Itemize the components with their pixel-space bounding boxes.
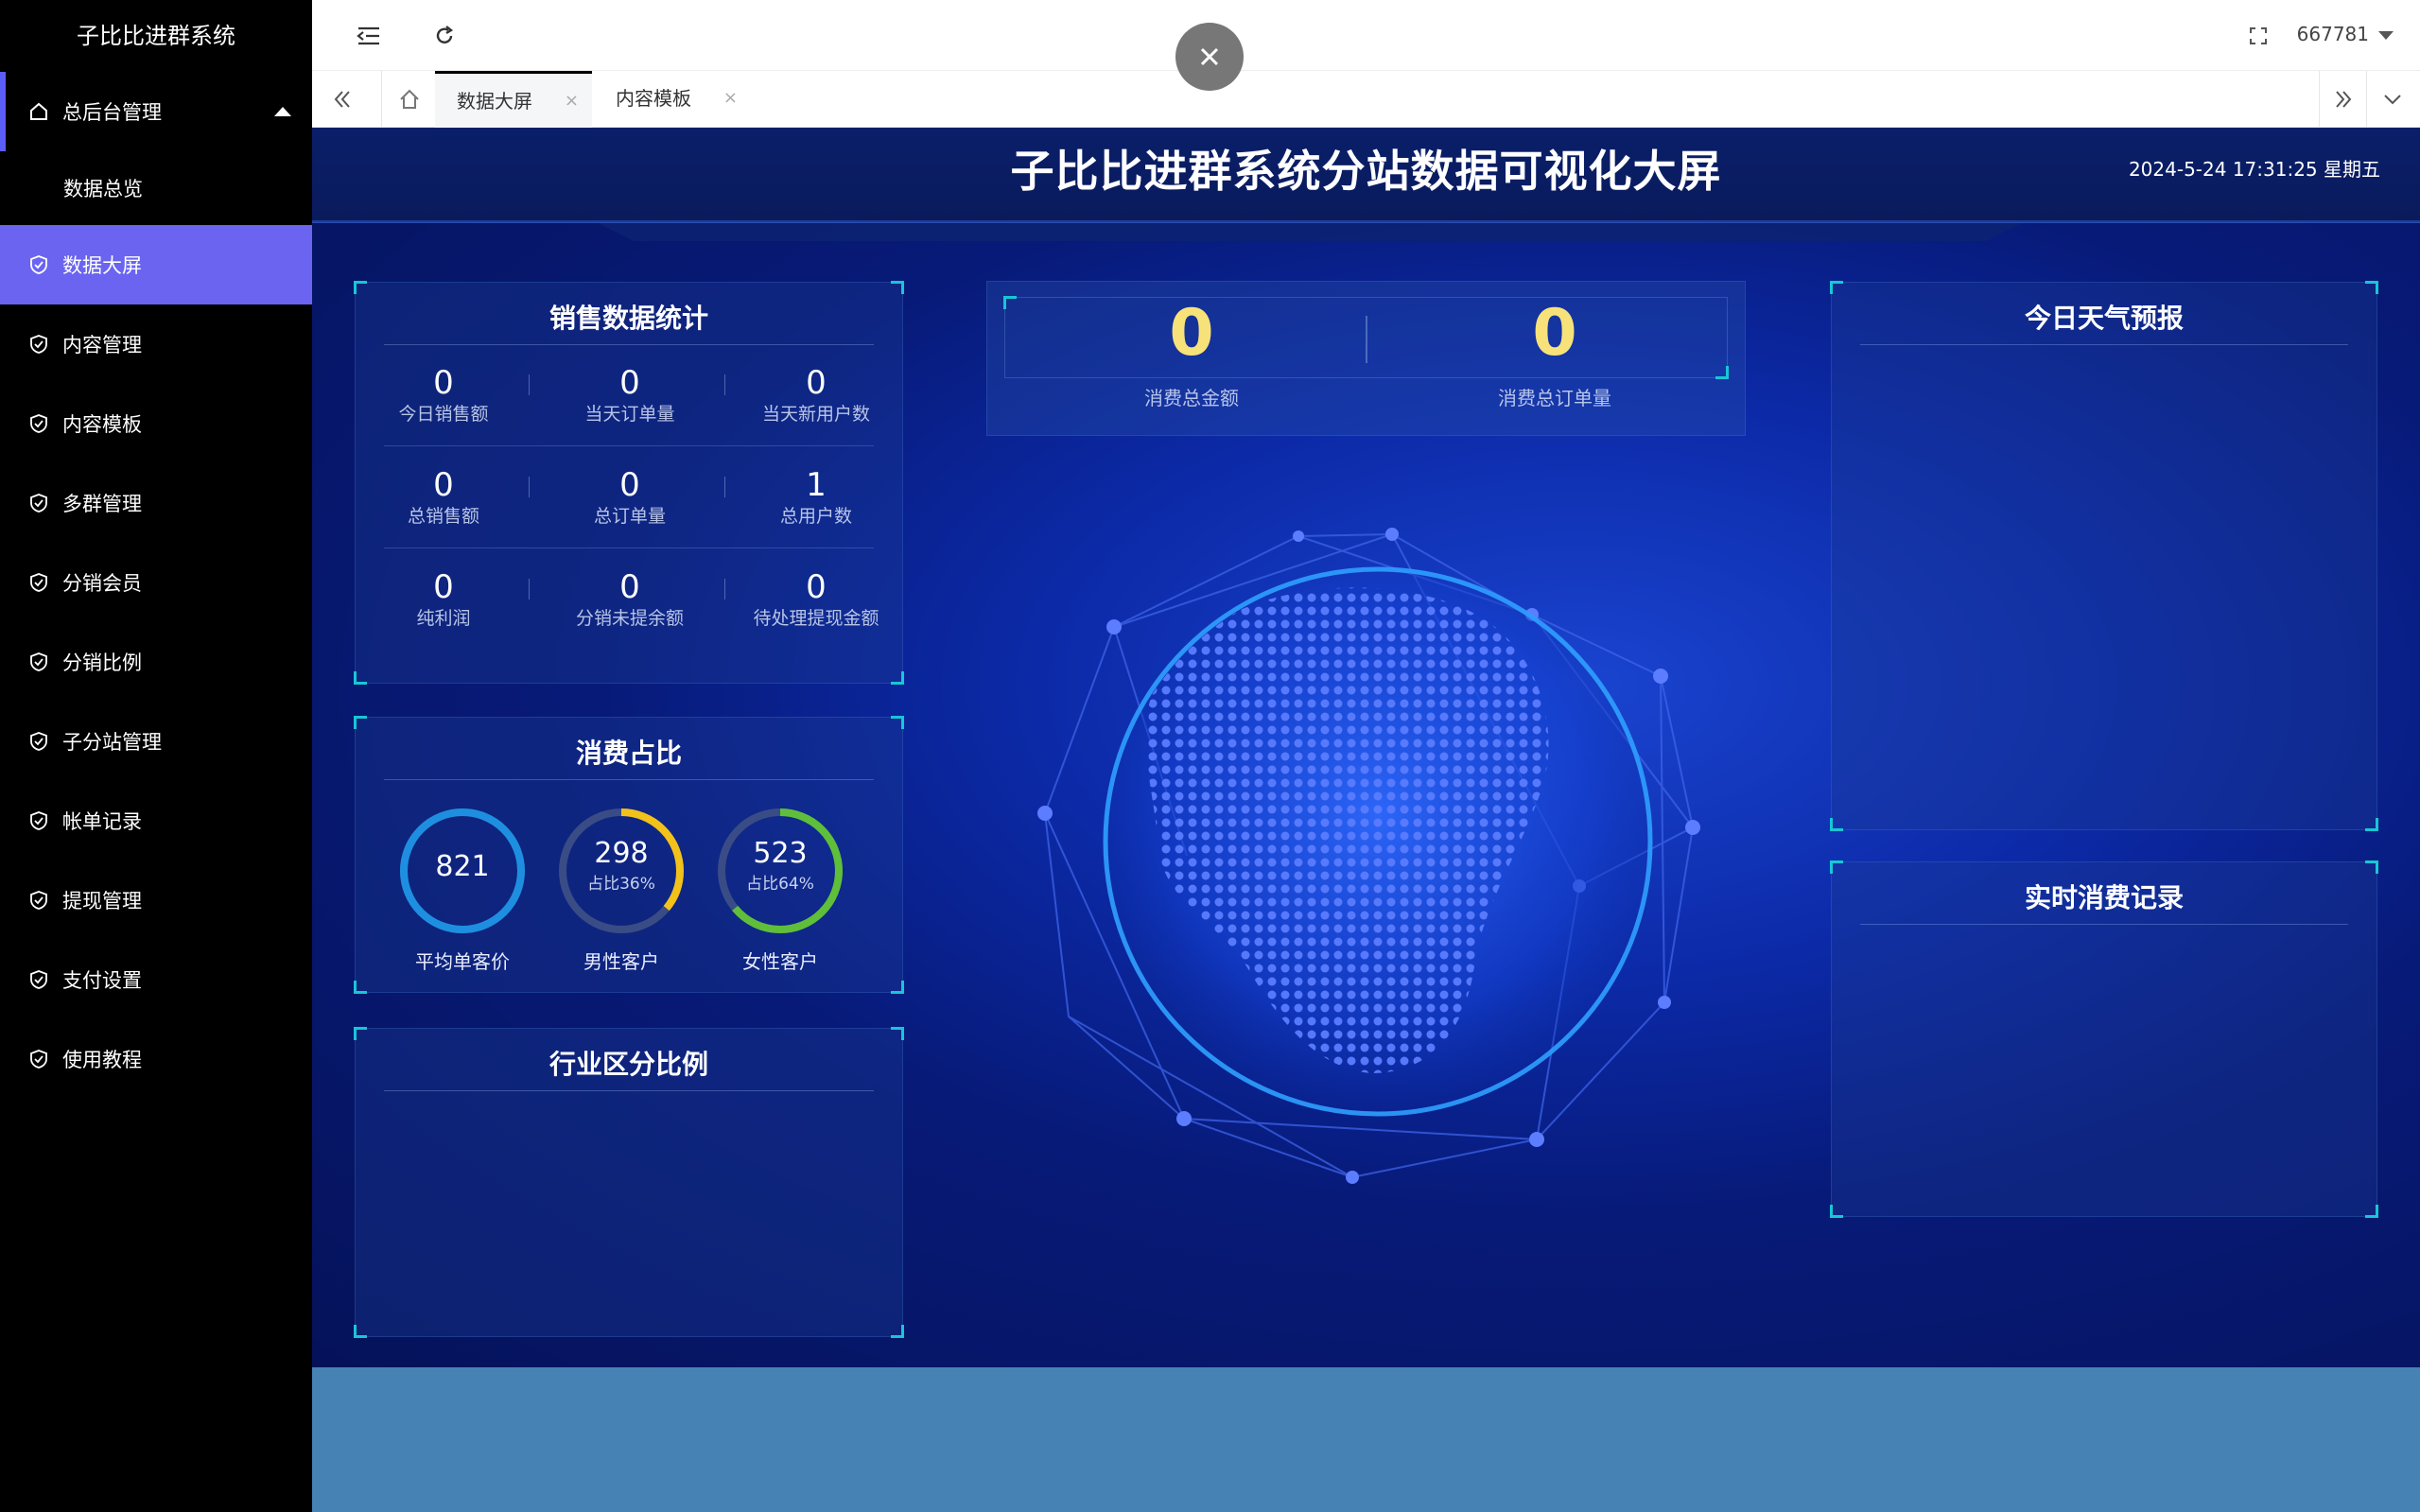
stat-today-orders: 0 当天订单量 [584,364,675,425]
shield-icon [28,254,49,275]
caret-up-icon [274,107,291,116]
tab-close-icon[interactable]: × [565,74,579,129]
stat-today-new-users: 0 当天新用户数 [761,364,870,425]
stat-today-sales: 0 今日销售额 [398,364,489,425]
dashboard: 子比比进群系统分站数据可视化大屏 2024-5-24 17:31:25 星期五 … [312,128,2420,1367]
shield-icon [28,334,49,355]
dashboard-datetime: 2024-5-24 17:31:25 星期五 [2128,158,2380,181]
sidebar-item-label: 内容模板 [62,413,142,436]
realtime-panel-title: 实时消费记录 [1860,872,2348,925]
consumption-panel: 消费占比 821 平均单客价 298 占比36% 男性客户 523 占比64% 女性 [354,716,904,994]
shield-icon [28,810,49,831]
kpi-panel: 0 消费总金额 0 消费总订单量 [986,281,1746,436]
sales-panel-title: 销售数据统计 [384,292,874,345]
stat-pending-withdraw: 0 待处理提现金额 [753,568,879,629]
tabs-divider [2319,71,2320,128]
refresh-button[interactable] [427,19,461,53]
home-tab[interactable] [388,82,431,116]
weather-panel-title: 今日天气预报 [1860,292,2348,345]
sidebar-item-label: 多群管理 [62,493,142,515]
tabs-divider [381,71,382,128]
sidebar-item-label: 使用教程 [62,1049,142,1071]
chevron-down-icon [2384,95,2401,105]
sidebar-group-label: 总后台管理 [62,101,162,124]
shield-icon [28,413,49,434]
shield-icon [28,572,49,593]
tab-label: 数据大屏 [457,90,532,113]
industry-panel: 行业区分比例 [354,1027,904,1338]
sidebar-item-label: 子分站管理 [62,731,162,754]
consumption-panel-title: 消费占比 [384,727,874,780]
industry-panel-title: 行业区分比例 [384,1038,874,1091]
tabs-bar: 数据大屏 × 内容模板 × [312,71,2420,128]
sidebar-item-label: 分销比例 [62,652,142,674]
sidebar-item-substations[interactable]: 子分站管理 [0,702,312,781]
sidebar-item-groups[interactable]: 多群管理 [0,463,312,543]
sidebar-item-withdraw[interactable]: 提现管理 [0,860,312,940]
tab-close-icon[interactable]: × [723,71,738,126]
dashboard-header: 子比比进群系统分站数据可视化大屏 2024-5-24 17:31:25 星期五 [312,128,2420,222]
sidebar-item-label: 分销会员 [62,572,142,595]
tab-bigscreen[interactable]: 数据大屏 × [435,71,592,128]
tabs-scroll-left-button[interactable] [325,82,359,116]
sidebar-item-bills[interactable]: 帐单记录 [0,781,312,860]
shield-icon [28,969,49,990]
sidebar-item-label: 提现管理 [62,890,142,912]
ring-male: 298 占比36% 男性客户 [555,805,688,974]
tab-template[interactable]: 内容模板 × [594,71,751,128]
menu-fold-icon [357,26,379,45]
tabs-dropdown-button[interactable] [2376,82,2410,116]
stat-net-profit: 0 纯利润 [416,568,471,629]
sidebar-group-admin[interactable]: 总后台管理 [0,72,312,151]
stat-total-users: 1 总用户数 [779,466,852,527]
sidebar-item-label: 数据总览 [63,178,143,200]
dashboard-title: 子比比进群系统分站数据可视化大屏 [1010,146,1722,197]
double-chevron-right-icon [2336,91,2352,108]
tabs-scroll-right-button[interactable] [2326,82,2360,116]
close-button[interactable] [1175,23,1244,91]
stat-total-orders: 0 总订单量 [593,466,666,527]
refresh-icon [436,26,454,43]
app-title: 子比比进群系统 [77,23,235,49]
sidebar-item-label: 支付设置 [62,969,142,992]
tab-label: 内容模板 [616,87,691,110]
sidebar-item-label: 内容管理 [62,334,142,356]
ring-female: 523 占比64% 女性客户 [714,805,846,974]
sidebar-item-content[interactable]: 内容管理 [0,304,312,384]
sidebar-item-ratio[interactable]: 分销比例 [0,622,312,702]
top-bar: 667781 [312,0,2420,71]
fullscreen-button[interactable] [2241,19,2275,53]
user-menu[interactable]: 667781 [2297,23,2394,45]
home-icon [28,101,49,122]
stat-total-sales: 0 总销售额 [407,466,479,527]
menu-fold-button[interactable] [352,19,386,53]
shield-icon [28,652,49,672]
tabs-divider [2366,71,2367,128]
kpi-divider [1366,316,1367,363]
sidebar-item-template[interactable]: 内容模板 [0,384,312,463]
kpi-total-amount: 0 消费总金额 [1144,296,1239,409]
sales-panel: 销售数据统计 0 今日销售额 0 当天订单量 0 当天新用户数 0 总销售额 0 总订单量… [354,281,904,685]
kpi-total-orders: 0 消费总订单量 [1498,296,1611,409]
realtime-panel: 实时消费记录 [1830,860,2378,1218]
sidebar: 子比比进群系统 总后台管理 数据总览 数据大屏 内容管理 内容模板 多群管理 分… [0,0,312,1512]
sidebar-item-label: 帐单记录 [62,810,142,833]
home-icon [400,89,419,109]
shield-icon [28,1049,49,1069]
fullscreen-icon [2250,27,2267,44]
sidebar-item-payment[interactable]: 支付设置 [0,940,312,1019]
shield-icon [28,493,49,513]
weather-panel: 今日天气预报 [1830,281,2378,831]
sidebar-item-tutorial[interactable]: 使用教程 [0,1019,312,1099]
shield-icon [28,890,49,911]
ring-avg-price: 821 平均单客价 [396,805,529,974]
shield-icon [28,731,49,752]
sidebar-item-overview[interactable]: 数据总览 [0,151,312,225]
double-chevron-left-icon [334,91,350,108]
sidebar-item-bigscreen[interactable]: 数据大屏 [0,225,312,304]
sidebar-item-members[interactable]: 分销会员 [0,543,312,622]
stat-unwithdrawn: 0 分销未提余额 [575,568,684,629]
sidebar-item-label: 数据大屏 [62,254,142,277]
close-icon [1200,47,1219,66]
